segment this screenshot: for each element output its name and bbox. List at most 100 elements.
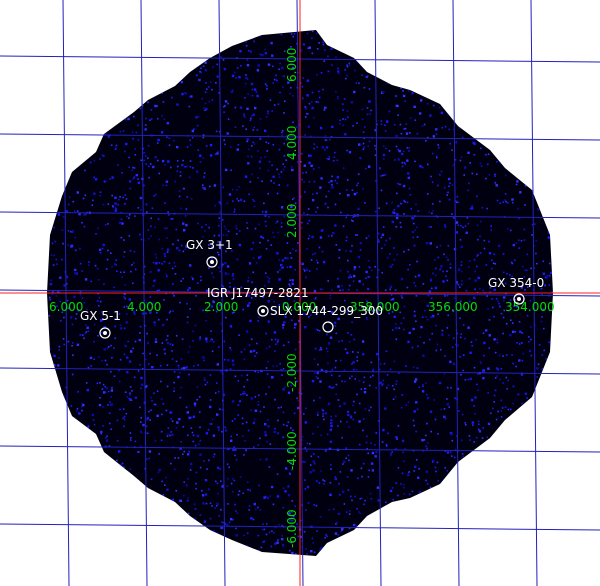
noise-pixel bbox=[402, 150, 405, 153]
noise-pixel bbox=[316, 48, 319, 50]
noise-pixel bbox=[367, 145, 370, 147]
noise-pixel bbox=[502, 382, 504, 384]
noise-pixel bbox=[280, 171, 283, 173]
noise-pixel bbox=[218, 217, 221, 219]
noise-pixel bbox=[188, 373, 190, 376]
noise-pixel bbox=[407, 248, 410, 251]
noise-pixel bbox=[286, 257, 289, 260]
noise-pixel bbox=[274, 542, 277, 545]
noise-pixel bbox=[226, 485, 229, 487]
noise-pixel bbox=[189, 144, 192, 146]
noise-pixel bbox=[124, 391, 127, 393]
noise-pixel bbox=[93, 340, 95, 343]
noise-pixel bbox=[371, 469, 375, 472]
noise-pixel bbox=[475, 436, 478, 439]
noise-pixel bbox=[150, 109, 153, 111]
noise-pixel bbox=[344, 299, 346, 302]
noise-pixel bbox=[51, 293, 54, 296]
noise-pixel bbox=[460, 373, 462, 376]
noise-pixel bbox=[170, 218, 172, 220]
noise-pixel bbox=[253, 446, 255, 448]
noise-pixel bbox=[172, 283, 174, 285]
noise-pixel bbox=[310, 164, 313, 167]
source-label: SLX 1744-299_300 bbox=[270, 304, 383, 318]
noise-pixel bbox=[114, 206, 117, 208]
source-label: GX 354-0 bbox=[488, 276, 544, 290]
noise-pixel bbox=[506, 202, 509, 204]
noise-pixel bbox=[267, 169, 270, 172]
noise-pixel bbox=[267, 280, 270, 283]
noise-pixel bbox=[372, 374, 374, 377]
noise-pixel bbox=[178, 249, 181, 252]
noise-pixel bbox=[211, 88, 213, 91]
noise-pixel bbox=[351, 189, 354, 191]
noise-pixel bbox=[353, 400, 355, 403]
noise-pixel bbox=[93, 176, 95, 179]
noise-pixel bbox=[147, 157, 149, 159]
noise-pixel bbox=[384, 289, 387, 291]
noise-pixel bbox=[251, 94, 254, 97]
noise-pixel bbox=[186, 499, 189, 502]
noise-pixel bbox=[164, 202, 166, 204]
noise-pixel bbox=[365, 167, 367, 170]
noise-pixel bbox=[469, 162, 471, 164]
noise-pixel bbox=[518, 321, 521, 323]
noise-pixel bbox=[148, 410, 150, 413]
noise-pixel bbox=[462, 354, 465, 356]
noise-pixel bbox=[58, 349, 60, 351]
noise-pixel bbox=[203, 172, 206, 174]
noise-pixel bbox=[449, 360, 452, 363]
noise-pixel bbox=[265, 533, 268, 536]
noise-pixel bbox=[459, 239, 462, 241]
noise-pixel bbox=[250, 82, 254, 86]
source-label: GX 5-1 bbox=[80, 309, 121, 323]
noise-pixel bbox=[84, 169, 86, 172]
noise-pixel bbox=[493, 401, 496, 403]
noise-pixel bbox=[417, 210, 420, 212]
noise-pixel bbox=[425, 445, 427, 448]
noise-pixel bbox=[282, 411, 285, 414]
noise-pixel bbox=[208, 267, 210, 269]
noise-pixel bbox=[324, 139, 327, 141]
noise-pixel bbox=[157, 471, 160, 474]
noise-pixel bbox=[442, 280, 445, 283]
noise-pixel bbox=[415, 320, 417, 323]
noise-pixel bbox=[395, 380, 398, 383]
noise-pixel bbox=[298, 320, 300, 322]
noise-pixel bbox=[201, 98, 203, 100]
noise-pixel bbox=[248, 505, 251, 507]
noise-pixel bbox=[134, 148, 136, 150]
noise-pixel bbox=[397, 467, 400, 469]
noise-pixel bbox=[270, 180, 272, 182]
noise-pixel bbox=[413, 105, 416, 108]
noise-pixel bbox=[269, 99, 272, 101]
noise-pixel bbox=[403, 128, 405, 130]
noise-pixel bbox=[202, 65, 205, 67]
noise-pixel bbox=[439, 268, 442, 271]
noise-pixel bbox=[537, 208, 540, 211]
noise-pixel bbox=[265, 116, 268, 118]
noise-pixel bbox=[104, 359, 107, 362]
noise-pixel bbox=[440, 111, 444, 115]
noise-pixel bbox=[412, 366, 415, 369]
noise-pixel bbox=[502, 201, 505, 203]
noise-pixel bbox=[98, 403, 102, 407]
noise-pixel bbox=[541, 316, 543, 318]
noise-pixel bbox=[188, 450, 190, 453]
noise-pixel bbox=[107, 249, 109, 252]
noise-pixel bbox=[301, 178, 303, 181]
noise-pixel bbox=[281, 374, 283, 376]
noise-pixel bbox=[89, 161, 92, 164]
noise-pixel bbox=[183, 481, 185, 483]
noise-pixel bbox=[266, 496, 270, 500]
noise-pixel bbox=[106, 363, 108, 366]
noise-pixel bbox=[435, 349, 438, 352]
noise-pixel bbox=[368, 384, 371, 387]
noise-pixel bbox=[445, 256, 448, 259]
noise-pixel bbox=[391, 263, 394, 266]
noise-pixel bbox=[435, 128, 438, 131]
noise-pixel bbox=[116, 270, 118, 272]
noise-pixel bbox=[317, 414, 319, 416]
noise-pixel bbox=[110, 252, 112, 254]
noise-pixel bbox=[311, 235, 314, 239]
